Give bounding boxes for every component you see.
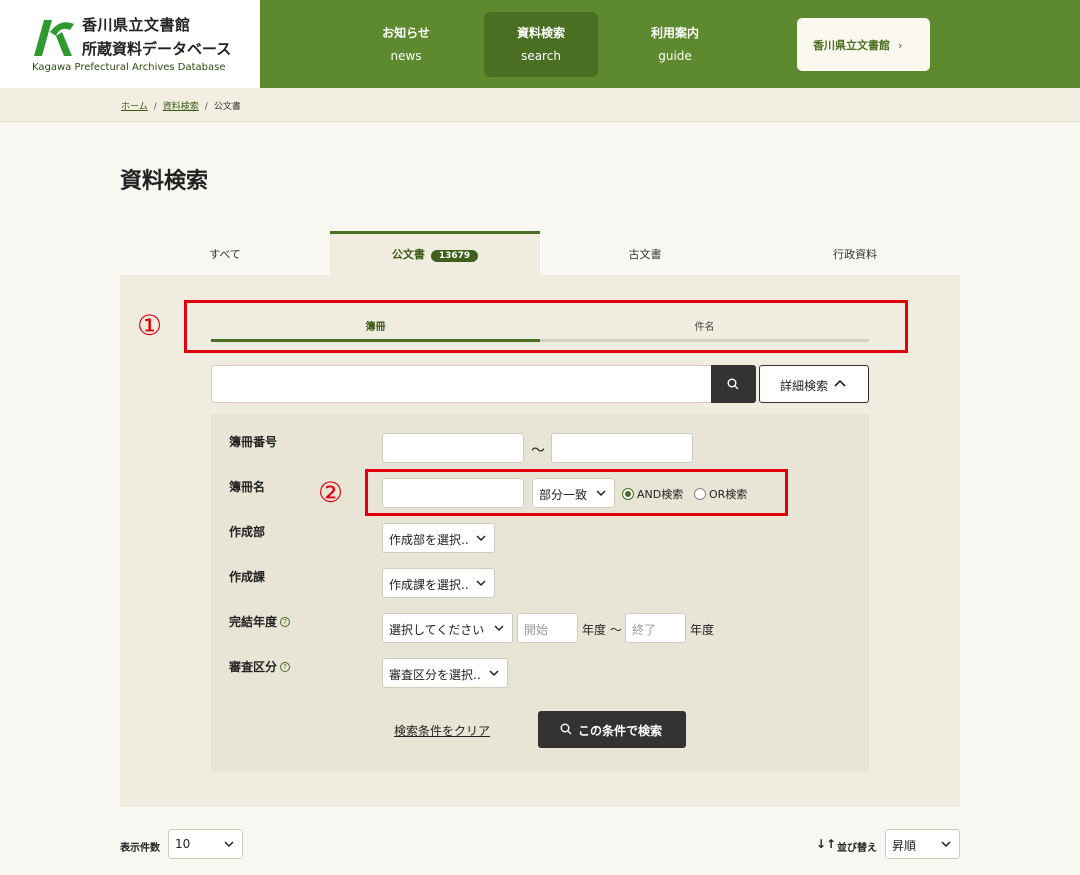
tab-old-documents[interactable]: 古文書: [540, 231, 750, 275]
tab-all-label: すべて: [209, 248, 241, 261]
completion-year-label: 完結年度?: [229, 613, 291, 630]
search-submit-button[interactable]: この条件で検索: [538, 711, 686, 748]
or-search-radio[interactable]: OR検索: [694, 486, 747, 502]
section-select-value: 作成課を選択..: [389, 578, 469, 592]
chevron-down-icon: [489, 670, 499, 677]
review-class-select[interactable]: 審査区分を選択..: [382, 658, 508, 688]
year-unit-end: 年度: [690, 623, 715, 637]
help-icon[interactable]: ?: [280, 662, 291, 672]
breadcrumb-separator: /: [204, 102, 208, 112]
nav-news-jp: お知らせ: [382, 26, 430, 40]
tab-administrative[interactable]: 行政資料: [750, 231, 960, 275]
sort-order-select[interactable]: 昇順: [885, 829, 960, 859]
match-mode-value: 部分一致: [539, 488, 588, 502]
site-logo[interactable]: 香川県立文書館 所蔵資料データベース Kagawa Prefectural Ar…: [0, 0, 260, 88]
archives-logo-icon: [34, 20, 74, 56]
breadcrumb-home[interactable]: ホーム: [121, 102, 148, 112]
annotation-box-1: [184, 300, 908, 353]
ledger-number-to-input[interactable]: [551, 433, 693, 463]
section-select[interactable]: 作成課を選択..: [382, 568, 495, 598]
match-mode-select[interactable]: 部分一致: [532, 478, 615, 508]
nav-news[interactable]: お知らせ news: [349, 12, 463, 77]
archives-site-button[interactable]: 香川県立文書館 ›: [797, 18, 930, 71]
chevron-right-icon: ›: [898, 39, 903, 52]
per-page-label: 表示件数: [120, 843, 160, 854]
era-select[interactable]: 選択してください: [382, 613, 513, 643]
range-separator: 〜: [531, 443, 545, 459]
year-end-input[interactable]: 終了: [625, 613, 686, 643]
nav-guide-en: guide: [658, 49, 692, 63]
ledger-number-label: 簿冊番号: [229, 435, 278, 449]
review-class-text: 審査区分: [229, 660, 278, 674]
search-icon: [560, 723, 572, 735]
nav-guide[interactable]: 利用案内 guide: [618, 12, 732, 77]
year-unit-separator: 年度 〜: [582, 623, 622, 637]
nav-search-jp: 資料検索: [516, 26, 565, 40]
breadcrumb: ホーム / 資料検索 / 公文書: [0, 88, 1080, 122]
ledger-name-label: 簿冊名: [229, 480, 266, 494]
count-badge: 13679: [430, 250, 479, 262]
radio-selected-icon: [622, 488, 634, 500]
search-icon: [727, 378, 739, 390]
review-class-select-value: 審査区分を選択..: [389, 668, 481, 682]
chevron-up-icon: [834, 379, 846, 387]
archives-site-label: 香川県立文書館: [813, 39, 890, 52]
sort-icon: ↓↑: [816, 837, 837, 851]
advanced-search-label: 詳細検索: [780, 379, 829, 393]
chevron-down-icon: [476, 580, 486, 587]
chevron-down-icon: [596, 490, 606, 497]
keyword-search-input[interactable]: [211, 365, 712, 403]
site-title-line1: 香川県立文書館: [82, 16, 191, 34]
chevron-down-icon: [224, 841, 234, 848]
and-search-radio[interactable]: AND検索: [622, 486, 683, 502]
nav-guide-jp: 利用案内: [650, 26, 699, 40]
and-search-label: AND検索: [637, 488, 684, 501]
chevron-down-icon: [941, 841, 951, 848]
review-class-label: 審査区分?: [229, 658, 291, 675]
nav-news-en: news: [390, 49, 422, 63]
section-label: 作成課: [229, 570, 266, 584]
sort-label: 並び替え: [837, 843, 877, 854]
tab-official-documents[interactable]: 公文書 13679: [330, 231, 540, 275]
radio-empty-icon: [694, 488, 706, 500]
annotation-mark-2: ②: [318, 476, 344, 509]
ledger-name-input[interactable]: [382, 478, 524, 508]
clear-conditions-link[interactable]: 検索条件をクリア: [394, 722, 490, 739]
help-icon[interactable]: ?: [280, 617, 291, 627]
page-title: 資料検索: [120, 169, 209, 194]
annotation-mark-1: ①: [137, 309, 163, 342]
nav-search-en: search: [521, 49, 561, 63]
advanced-search-toggle[interactable]: 詳細検索: [759, 365, 869, 403]
keyword-search-button[interactable]: [711, 365, 756, 403]
site-title-line2: 所蔵資料データベース: [82, 40, 232, 58]
chevron-down-icon: [476, 535, 486, 542]
or-search-label: OR検索: [709, 488, 748, 501]
department-label: 作成部: [229, 525, 266, 539]
tab-all[interactable]: すべて: [120, 231, 330, 275]
era-select-value: 選択してください: [389, 623, 485, 637]
per-page-select[interactable]: 10: [168, 829, 243, 859]
nav-search[interactable]: 資料検索 search: [484, 12, 598, 77]
chevron-down-icon: [494, 625, 504, 632]
search-submit-label: この条件で検索: [578, 724, 663, 738]
site-title-en: Kagawa Prefectural Archives Database: [32, 62, 226, 73]
breadcrumb-current: 公文書: [213, 102, 241, 112]
year-start-input[interactable]: 開始: [517, 613, 578, 643]
department-select-value: 作成部を選択..: [389, 533, 469, 547]
completion-year-text: 完結年度: [229, 615, 278, 629]
sort-order-value: 昇順: [892, 839, 917, 853]
tab-admin-label: 行政資料: [833, 248, 877, 261]
breadcrumb-separator: /: [153, 102, 157, 112]
tab-official-label: 公文書: [391, 248, 425, 261]
per-page-value: 10: [175, 837, 191, 851]
breadcrumb-search[interactable]: 資料検索: [163, 102, 199, 112]
ledger-number-from-input[interactable]: [382, 433, 524, 463]
tab-old-label: 古文書: [628, 248, 662, 261]
site-header: 香川県立文書館 所蔵資料データベース Kagawa Prefectural Ar…: [0, 0, 1080, 88]
department-select[interactable]: 作成部を選択..: [382, 523, 495, 553]
